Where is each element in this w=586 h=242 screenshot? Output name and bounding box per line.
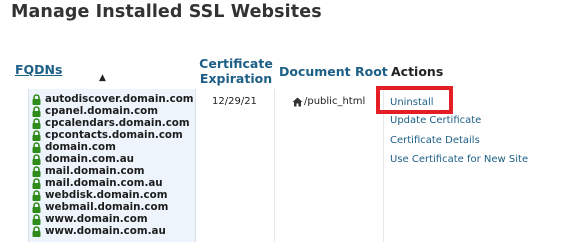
- list-item: webdisk.domain.com: [32, 189, 194, 201]
- fqdn-text: webmail.domain.com: [45, 201, 169, 213]
- list-item: cpanel.domain.com: [32, 105, 194, 117]
- fqdn-text: mail.domain.com: [45, 165, 145, 177]
- fqdn-text: cpanel.domain.com: [45, 105, 158, 117]
- cert-header-line1: Certificate: [199, 56, 273, 71]
- home-icon: [292, 97, 303, 106]
- fqdn-text: domain.com.au: [45, 153, 134, 165]
- list-item: autodiscover.domain.com: [32, 93, 194, 105]
- fqdn-text: domain.com: [45, 141, 116, 153]
- list-item: www.domain.com.au: [32, 225, 194, 237]
- document-root-column-header[interactable]: Document Root: [279, 64, 388, 79]
- lock-icon: [32, 225, 41, 237]
- document-root: /public_html: [292, 96, 365, 107]
- actions-column-header: Actions: [391, 64, 444, 79]
- column-divider: [274, 89, 275, 242]
- lock-icon: [32, 165, 41, 177]
- list-item: domain.com: [32, 141, 194, 153]
- lock-icon: [32, 153, 41, 165]
- sort-ascending-icon[interactable]: ▲: [99, 73, 106, 83]
- lock-icon: [32, 93, 41, 105]
- list-item: www.domain.com: [32, 213, 194, 225]
- lock-icon: [32, 141, 41, 153]
- lock-icon: [32, 213, 41, 225]
- lock-icon: [32, 105, 41, 117]
- list-item: webmail.domain.com: [32, 201, 194, 213]
- certificate-expiration-column-header[interactable]: Certificate Expiration: [198, 56, 274, 86]
- list-item: cpcontacts.domain.com: [32, 129, 194, 141]
- document-root-path: /public_html: [304, 96, 366, 107]
- list-item: mail.domain.com: [32, 165, 194, 177]
- lock-icon: [32, 189, 41, 201]
- fqdn-text: mail.domain.com.au: [45, 177, 163, 189]
- certificate-details-link[interactable]: Certificate Details: [390, 131, 528, 151]
- fqdns-column-header[interactable]: FQDNs: [15, 62, 62, 77]
- fqdn-text: cpcalendars.domain.com: [45, 117, 190, 129]
- uninstall-highlight-box: [376, 86, 453, 114]
- fqdn-list: autodiscover.domain.com cpanel.domain.co…: [32, 93, 194, 237]
- list-item: cpcalendars.domain.com: [32, 117, 194, 129]
- use-certificate-for-new-site-link[interactable]: Use Certificate for New Site: [390, 150, 528, 170]
- list-item: mail.domain.com.au: [32, 177, 194, 189]
- fqdn-text: webdisk.domain.com: [45, 189, 168, 201]
- certificate-expiration-date: 12/29/21: [212, 96, 257, 107]
- fqdn-text: autodiscover.domain.com: [45, 93, 194, 105]
- list-item: domain.com.au: [32, 153, 194, 165]
- fqdn-text: www.domain.com.au: [45, 225, 166, 237]
- lock-icon: [32, 177, 41, 189]
- page-title: Manage Installed SSL Websites: [11, 2, 322, 22]
- cert-header-line2: Expiration: [199, 71, 273, 86]
- lock-icon: [32, 117, 41, 129]
- lock-icon: [32, 201, 41, 213]
- lock-icon: [32, 129, 41, 141]
- fqdn-text: www.domain.com: [45, 213, 148, 225]
- fqdn-text: cpcontacts.domain.com: [45, 129, 183, 141]
